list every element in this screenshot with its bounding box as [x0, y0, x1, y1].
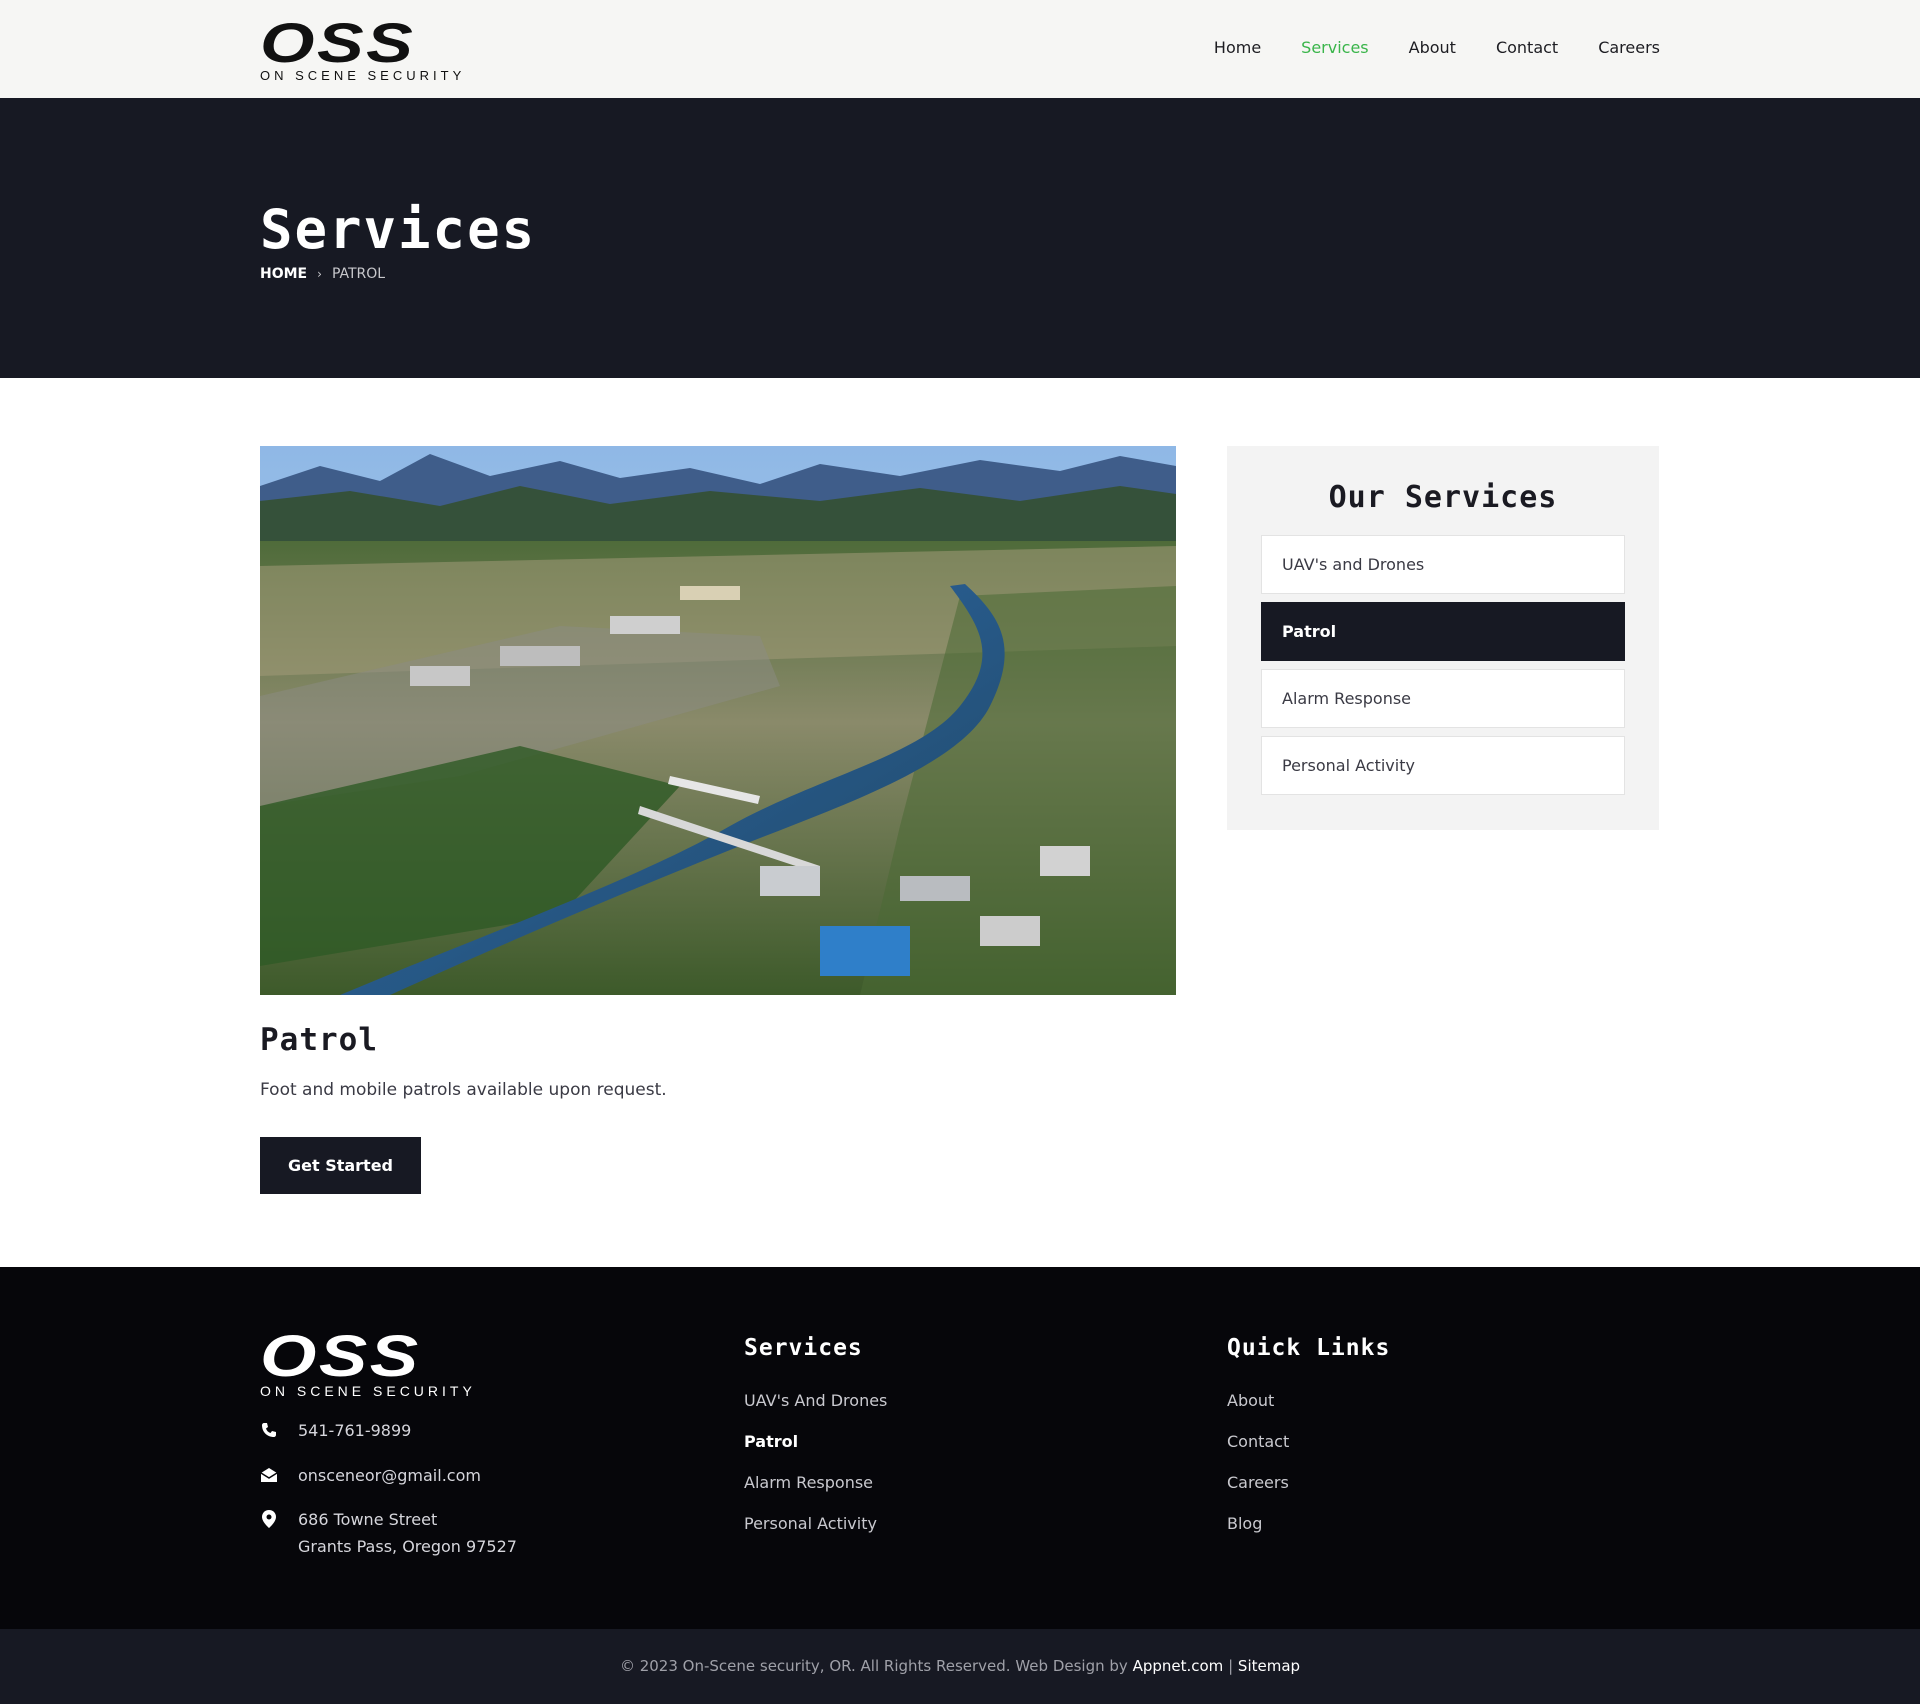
envelope-open-icon: [260, 1465, 278, 1485]
breadcrumb: HOME › PATROL: [260, 266, 385, 282]
email-address: onsceneor@gmail.com: [298, 1466, 481, 1485]
logo-mark: OSS: [260, 11, 416, 74]
nav-careers[interactable]: Careers: [1598, 38, 1660, 57]
aerial-city-river-photo: [260, 446, 1176, 995]
sidebar-item-patrol[interactable]: Patrol: [1261, 602, 1625, 661]
breadcrumb-current: PATROL: [331, 266, 386, 282]
footer-link-uavs-drones[interactable]: UAV's And Drones: [744, 1389, 887, 1412]
footer-email[interactable]: onsceneor@gmail.com: [260, 1462, 481, 1489]
sidebar-list: UAV's and Drones Patrol Alarm Response P…: [1261, 535, 1625, 803]
footer-address: 686 Towne Street Grants Pass, Oregon 975…: [260, 1506, 517, 1560]
copyright-bar: © 2023 On-Scene security, OR. All Rights…: [0, 1629, 1920, 1704]
footer-phone[interactable]: 541-761-9899: [260, 1417, 411, 1444]
footer-link-blog[interactable]: Blog: [1227, 1512, 1289, 1535]
services-sidebar: Our Services UAV's and Drones Patrol Ala…: [1227, 446, 1659, 830]
nav-contact[interactable]: Contact: [1496, 38, 1558, 57]
footer-link-about[interactable]: About: [1227, 1389, 1289, 1412]
footer-link-patrol[interactable]: Patrol: [744, 1430, 887, 1453]
footer-link-careers[interactable]: Careers: [1227, 1471, 1289, 1494]
phone-number: 541-761-9899: [298, 1421, 412, 1440]
footer-link-alarm-response[interactable]: Alarm Response: [744, 1471, 887, 1494]
site-footer: OSS ON SCENE SECURITY 541-761-9899 onsce…: [0, 1267, 1920, 1629]
footer-services-title: Services: [744, 1335, 863, 1361]
main-nav: Home Services About Contact Careers: [1214, 38, 1660, 57]
service-title: Patrol: [260, 1022, 378, 1058]
phone-icon: [260, 1420, 278, 1440]
sidebar-item-personal-activity[interactable]: Personal Activity: [1261, 736, 1625, 795]
address-block: 686 Towne Street Grants Pass, Oregon 975…: [298, 1506, 517, 1560]
get-started-button[interactable]: Get Started: [260, 1137, 421, 1194]
footer-quick-links: About Contact Careers Blog: [1227, 1389, 1289, 1535]
page-title: Services: [260, 198, 537, 261]
footer-logo-mark: OSS: [260, 1324, 421, 1389]
footer-quick-links-title: Quick Links: [1227, 1335, 1391, 1361]
address-line-1: 686 Towne Street: [298, 1510, 438, 1529]
footer-services-links: UAV's And Drones Patrol Alarm Response P…: [744, 1389, 887, 1535]
service-image: [260, 446, 1176, 995]
nav-home[interactable]: Home: [1214, 38, 1261, 57]
footer-link-personal-activity[interactable]: Personal Activity: [744, 1512, 887, 1535]
designer-link[interactable]: Appnet.com: [1133, 1657, 1224, 1675]
footer-link-contact[interactable]: Contact: [1227, 1430, 1289, 1453]
nav-services[interactable]: Services: [1301, 38, 1368, 57]
page-hero: Services HOME › PATROL: [0, 98, 1920, 378]
copyright: © 2023 On-Scene security, OR. All Rights…: [0, 1657, 1920, 1675]
site-logo[interactable]: OSS ON SCENE SECURITY: [260, 15, 461, 84]
sitemap-link[interactable]: Sitemap: [1238, 1657, 1300, 1675]
sidebar-title: Our Services: [1328, 480, 1558, 515]
sidebar-item-alarm-response[interactable]: Alarm Response: [1261, 669, 1625, 728]
sidebar-item-uavs-drones[interactable]: UAV's and Drones: [1261, 535, 1625, 594]
footer-logo[interactable]: OSS ON SCENE SECURITY: [260, 1328, 476, 1400]
address-line-2: Grants Pass, Oregon 97527: [298, 1537, 517, 1556]
nav-about[interactable]: About: [1409, 38, 1456, 57]
site-header: OSS ON SCENE SECURITY Home Services Abou…: [0, 0, 1920, 98]
chevron-right-icon: ›: [317, 267, 322, 281]
copyright-text: © 2023 On-Scene security, OR. All Rights…: [619, 1657, 1128, 1675]
map-pin-icon: [260, 1509, 278, 1529]
service-description: Foot and mobile patrols available upon r…: [260, 1080, 667, 1100]
breadcrumb-home[interactable]: HOME: [260, 266, 307, 282]
copyright-divider: |: [1228, 1657, 1234, 1675]
